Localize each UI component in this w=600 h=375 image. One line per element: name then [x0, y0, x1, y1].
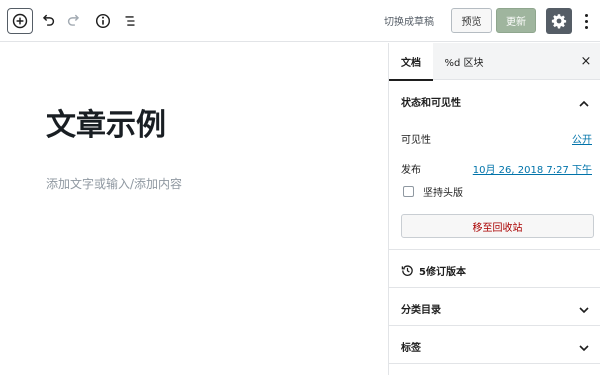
- sticky-checkbox[interactable]: [403, 186, 414, 197]
- chevron-down-icon: [578, 301, 590, 314]
- switch-to-draft-button[interactable]: 切换成草稿: [384, 13, 434, 28]
- more-menu-button[interactable]: [578, 9, 594, 33]
- publish-date-toggle[interactable]: 10月 26, 2018 7:27 下午: [473, 161, 592, 176]
- tab-document[interactable]: 文档: [389, 43, 433, 81]
- publish-label: 发布: [401, 165, 421, 176]
- add-block-button[interactable]: [7, 8, 33, 34]
- editor-toolbar: 切换成草稿 预览 更新: [0, 0, 600, 42]
- block-navigation-button[interactable]: [118, 9, 142, 33]
- update-button[interactable]: 更新: [496, 8, 536, 33]
- revisions-label: 5修订版本: [419, 267, 466, 278]
- categories-label: 分类目录: [401, 305, 441, 316]
- visibility-toggle[interactable]: 公开: [572, 131, 592, 146]
- post-title[interactable]: 文章示例: [46, 100, 166, 144]
- settings-button[interactable]: [546, 8, 572, 34]
- undo-button[interactable]: [36, 9, 60, 33]
- chevron-down-icon: [578, 339, 590, 352]
- status-visibility-panel: 状态和可见性 可见性 公开 发布 10月 26, 2018 7:27 下午 坚持…: [389, 80, 600, 250]
- sticky-label: 坚持头版: [423, 188, 463, 199]
- tags-panel[interactable]: 标签: [389, 326, 600, 364]
- tab-block[interactable]: %d 区块: [439, 43, 489, 80]
- move-to-trash-button[interactable]: 移至回收站: [401, 214, 594, 238]
- settings-sidebar: 文档 %d 区块 × 状态和可见性 可见性 公开 发布 10月 26, 2018…: [388, 43, 600, 375]
- categories-panel[interactable]: 分类目录: [389, 288, 600, 326]
- close-sidebar-button[interactable]: ×: [578, 43, 594, 80]
- gear-icon: [551, 14, 567, 29]
- redo-button[interactable]: [62, 9, 86, 33]
- history-icon: [401, 262, 414, 276]
- undo-icon: [42, 14, 55, 26]
- content-info-button[interactable]: [91, 9, 115, 33]
- preview-button[interactable]: 预览: [451, 8, 492, 33]
- redo-icon: [67, 14, 80, 26]
- chevron-up-icon[interactable]: [578, 95, 590, 107]
- info-icon: [95, 13, 111, 29]
- visibility-label: 可见性: [401, 135, 431, 146]
- more-vertical-icon: [584, 13, 588, 17]
- status-panel-title[interactable]: 状态和可见性: [401, 94, 461, 109]
- sidebar-tabs: 文档 %d 区块 ×: [389, 43, 600, 81]
- tags-label: 标签: [401, 343, 421, 354]
- outline-icon: [125, 16, 135, 26]
- add-block-icon: [12, 13, 28, 29]
- block-placeholder[interactable]: 添加文字或输入/添加内容: [46, 175, 182, 192]
- revisions-panel[interactable]: 5修订版本: [389, 250, 600, 288]
- editor-canvas: 文章示例 添加文字或输入/添加内容: [0, 43, 388, 375]
